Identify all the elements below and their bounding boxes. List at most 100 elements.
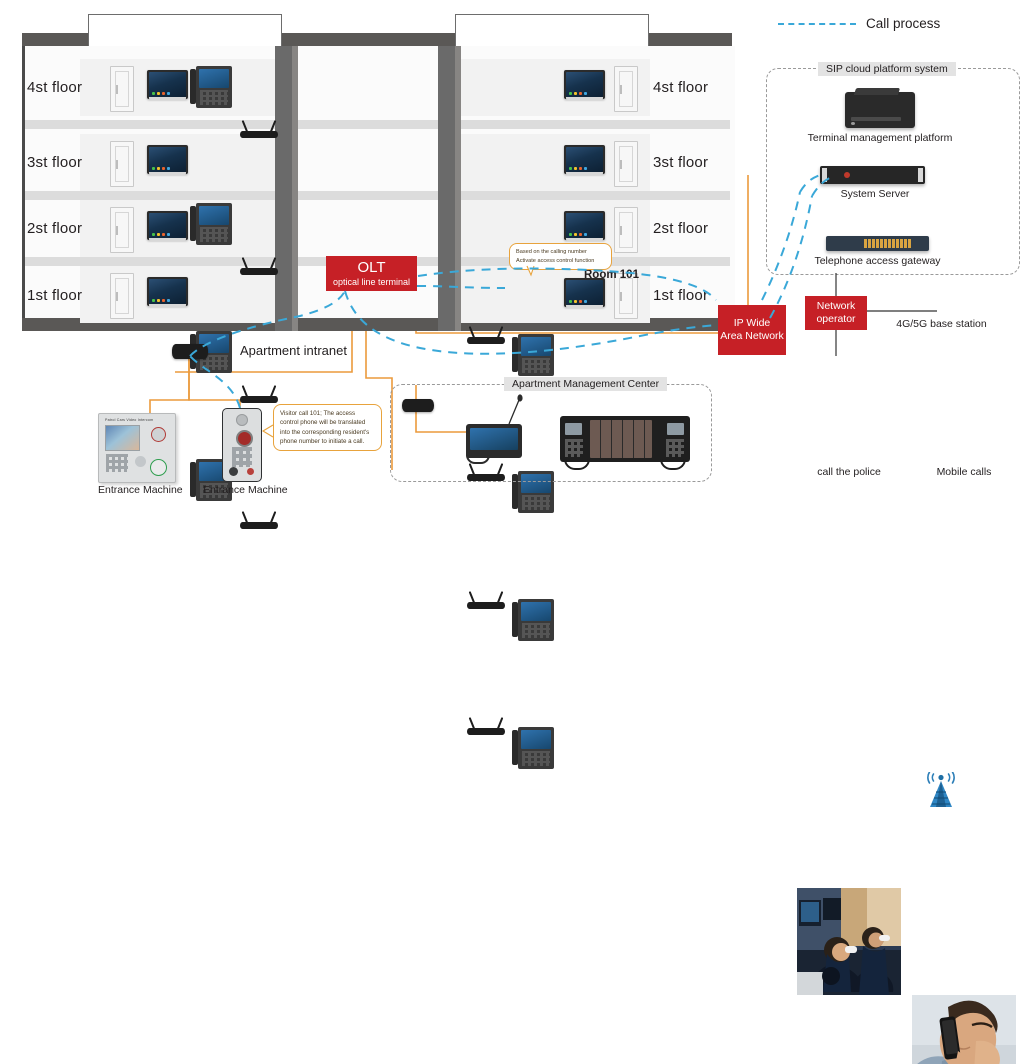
sip-cloud-platform-title: SIP cloud platform system [818,62,956,76]
entrance-machine-panel-text: Patrol Cars Video Intercom [105,418,154,422]
telephone-access-gateway-label: Telephone access gateway [814,255,941,267]
indoor-monitor-1f-left [147,277,188,307]
entrance-audio-call-button[interactable] [235,430,253,447]
entrance-machine-audio[interactable] [222,408,262,482]
indoor-monitor-3f-right [564,145,605,175]
wifi-router-2f-left [240,383,278,403]
network-operator-line1: Network [816,300,856,313]
console-phone-with-mic [466,424,522,464]
server-tower-drive-bay [851,117,901,121]
indoor-monitor-2f-left [147,211,188,241]
entrance-audio-camera-icon [229,467,238,476]
wifi-router-1f-right [467,715,505,735]
network-operator-line2: operator [816,313,856,325]
building-column-left [275,46,292,331]
apartment-door-4f-right [614,66,638,112]
floor-label-3-left: 3st floor [27,154,83,171]
terminal-management-platform-label: Terminal management platform [807,132,953,144]
sip-video-phone-3f-left [190,203,232,245]
entrance-camera-screen [105,425,140,451]
server-tower-icon [845,88,915,128]
entrance-machine-video[interactable]: Patrol Cars Video Intercom [98,413,176,483]
cell-tower-icon [920,771,962,808]
wifi-router-2f-right [467,589,505,609]
system-server-label: System Server [840,188,910,200]
visitor-call-callout: Visitor call 101; The access control pho… [273,404,382,452]
sip-video-phone-4f-right [512,334,554,376]
apartment-door-1f-left [110,273,134,319]
olt-subtitle: optical line terminal [332,277,411,288]
legend-call-process-label: Call process [866,16,941,31]
apartment-management-center-title: Apartment Management Center [504,377,668,391]
floor-label-4-right: 4st floor [653,79,709,96]
entrance-call-button-green[interactable] [150,459,167,476]
olt-title: OLT [357,259,386,277]
entrance-machine-video-caption: Entrance Machine [98,484,183,496]
entrance-audio-speaker-icon [236,414,248,426]
apartment-door-3f-right [614,141,638,187]
apartment-intranet-switch-icon [172,344,208,359]
floor-label-3-right: 3st floor [653,154,709,171]
wifi-router-4f-left [240,118,278,138]
entrance-keypad[interactable] [106,454,128,472]
olt-node[interactable]: OLT optical line terminal [326,256,417,291]
indoor-monitor-3f-left [147,145,188,175]
mobile-call-photo [912,995,1016,1064]
console-phone-screen [470,428,518,450]
legend-dash-icon [778,22,856,25]
column-shade-right [455,46,461,331]
wifi-router-4f-right [467,324,505,344]
entrance-speaker-icon [135,456,146,467]
network-operator-node[interactable]: Network operator [805,296,867,330]
indoor-monitor-2f-right [564,211,605,241]
rack-server-power-led [844,172,850,178]
room-101-label: Room 101 [584,269,639,281]
building-column-right [438,46,455,331]
video-dispatch-console [560,416,690,470]
floor-slab-4 [25,120,730,129]
network-topology-diagram: 4st floor 3st floor 2st floor 1st floor … [0,0,1035,1064]
network-switch-icon [826,236,929,251]
floor-label-1-left: 1st floor [27,287,83,304]
ip-wan-line1: IP Wide [733,317,771,330]
video-wall-grid [590,420,652,458]
floor-label-4-left: 4st floor [27,79,83,96]
apartment-door-3f-left [110,141,134,187]
roof-parapet-right [455,14,649,47]
roof-parapet-left [88,14,282,47]
switch-port-array [864,239,912,248]
server-tower-power-led [851,122,855,125]
indoor-monitor-4f-right [564,70,605,100]
floor-label-1-right: 1st floor [653,287,709,304]
apartment-door-2f-left [110,207,134,253]
apartment-door-2f-right [614,207,638,253]
ip-wan-line2: Area Network [720,330,784,342]
floor-label-2-left: 2st floor [27,220,83,237]
console-right-keypad [666,439,684,457]
wifi-router-1f-left [240,509,278,529]
apartment-intranet-label: Apartment intranet [240,343,347,358]
apartment-door-4f-left [110,66,134,112]
entrance-audio-indicator [247,468,254,475]
sip-video-phone-1f-right [512,727,554,769]
entrance-machine-audio-caption: Entrance Machine [203,484,288,496]
sip-video-phone-4f-left [190,66,232,108]
entrance-call-button-red[interactable] [151,427,166,442]
sip-video-phone-2f-right [512,599,554,641]
management-center-switch-icon [402,399,434,412]
police-call-caption: call the police [817,466,881,478]
floor-slab-3 [25,191,730,200]
column-shade-left [292,46,298,331]
floor-label-2-right: 2st floor [653,220,709,237]
indoor-monitor-1f-right [564,278,605,308]
mobile-calls-caption: Mobile calls [936,466,992,478]
legend: Call process [778,16,940,31]
rack-ear-left [822,168,827,182]
indoor-monitor-4f-left [147,70,188,100]
rack-server-icon [820,166,925,184]
ip-wide-area-network-node[interactable]: IP Wide Area Network [718,305,786,355]
console-left-display [565,423,582,435]
console-left-keypad [565,439,583,457]
wifi-router-3f-left [240,255,278,275]
entrance-audio-keypad[interactable] [232,447,252,467]
